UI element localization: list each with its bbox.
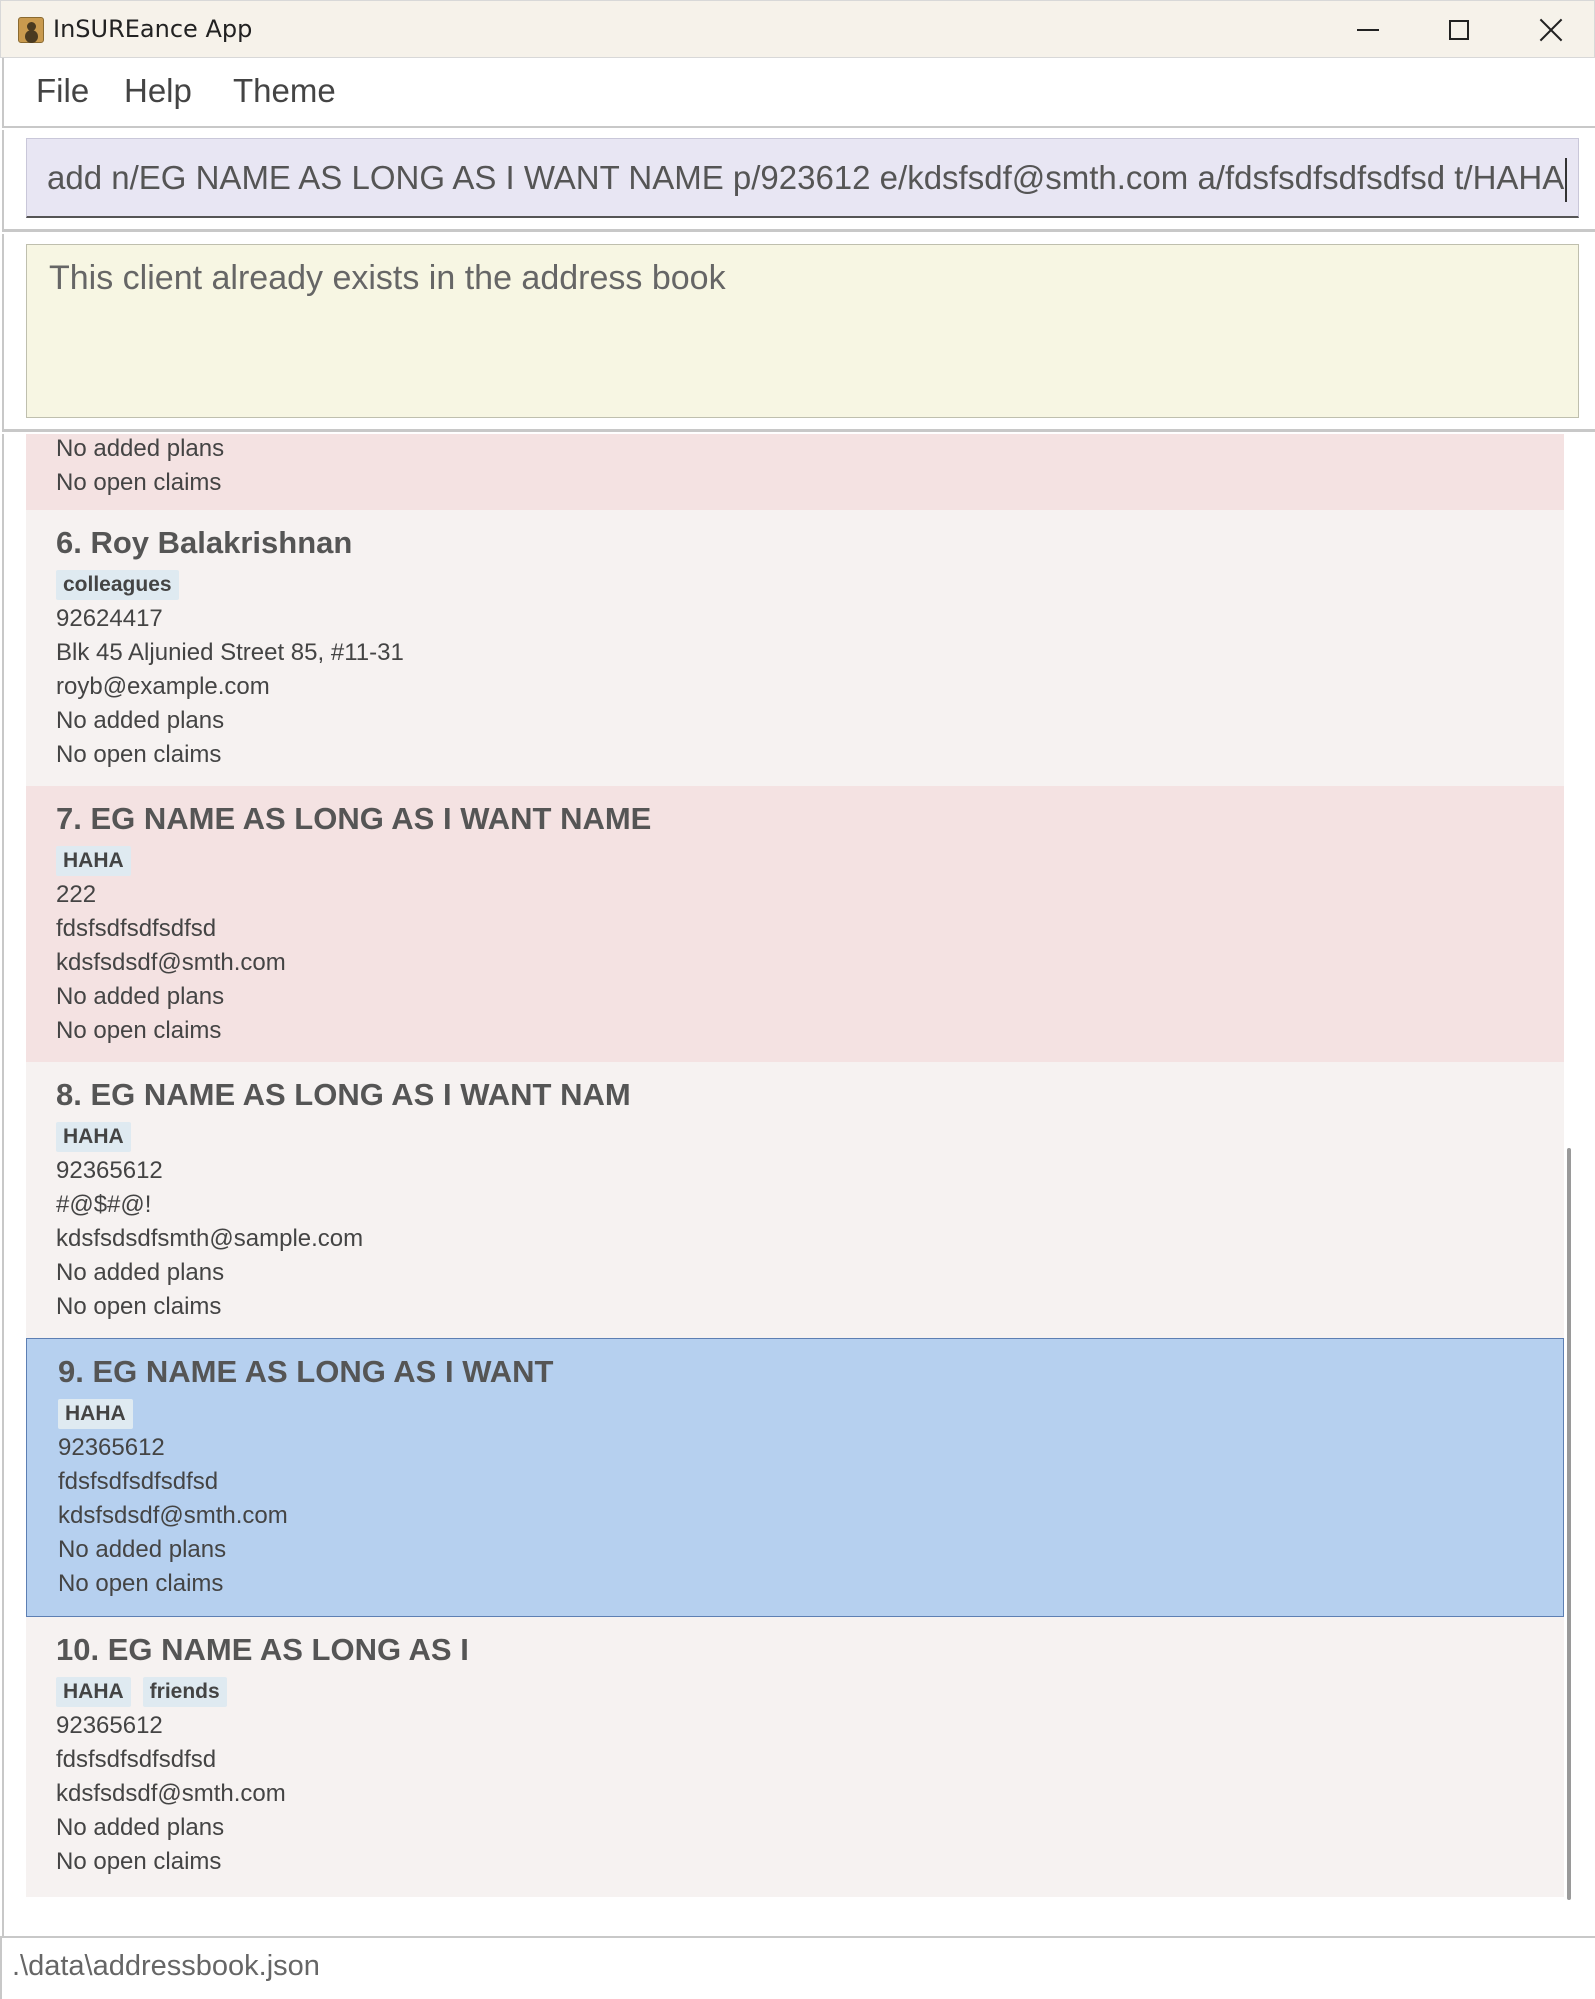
client-email: kdsfsdsdf@smth.com bbox=[56, 1780, 286, 1807]
client-card[interactable]: No added plans No open claims bbox=[26, 434, 1564, 510]
client-plans: No added plans bbox=[56, 983, 225, 1010]
client-card[interactable]: 6. Roy Balakrishnan colleagues 92624417 … bbox=[26, 510, 1564, 786]
client-plans: No added plans bbox=[56, 707, 225, 734]
minimize-icon bbox=[1357, 29, 1379, 31]
client-address: fdsfsdfsdfsdfsd bbox=[56, 915, 217, 942]
client-claims: No open claims bbox=[56, 741, 222, 768]
app-icon bbox=[18, 17, 44, 43]
menu-bar: File Help Theme bbox=[2, 58, 1595, 128]
menu-theme[interactable]: Theme bbox=[233, 72, 336, 110]
client-phone: 92624417 bbox=[56, 605, 163, 632]
list-scrollbar[interactable] bbox=[1567, 1148, 1571, 1900]
client-name: 6. Roy Balakrishnan bbox=[56, 525, 353, 560]
tag: HAHA bbox=[58, 1399, 133, 1429]
client-email: royb@example.com bbox=[56, 673, 270, 700]
client-card-selected[interactable]: 9. EG NAME AS LONG AS I WANT HAHA 923656… bbox=[26, 1338, 1564, 1617]
client-email: kdsfsdsdf@smth.com bbox=[58, 1502, 288, 1529]
client-plans: No added plans bbox=[56, 1814, 225, 1841]
tag-list: colleagues bbox=[56, 570, 1564, 602]
client-phone: 92365612 bbox=[58, 1434, 165, 1461]
tag: colleagues bbox=[56, 570, 179, 600]
result-pane: This client already exists in the addres… bbox=[2, 234, 1595, 432]
client-address: #@$#@! bbox=[56, 1191, 152, 1218]
command-pane: add n/EG NAME AS LONG AS I WANT NAME p/9… bbox=[2, 130, 1595, 232]
title-bar: InSUREance App bbox=[0, 0, 1595, 58]
client-claims: No open claims bbox=[56, 1848, 222, 1875]
minimize-button[interactable] bbox=[1323, 1, 1413, 59]
menu-file[interactable]: File bbox=[36, 72, 89, 110]
save-location: .\data\addressbook.json bbox=[12, 1950, 320, 1982]
tag-list: HAHA bbox=[56, 846, 1564, 878]
result-message: This client already exists in the addres… bbox=[49, 259, 726, 297]
client-name: 7. EG NAME AS LONG AS I WANT NAME bbox=[56, 801, 652, 836]
menu-help[interactable]: Help bbox=[124, 72, 192, 110]
client-address: fdsfsdfsdfsdfsd bbox=[58, 1468, 219, 1495]
text-caret bbox=[1565, 158, 1568, 203]
result-display[interactable]: This client already exists in the addres… bbox=[26, 244, 1579, 418]
tag-list: HAHA bbox=[56, 1122, 1564, 1154]
client-name: 8. EG NAME AS LONG AS I WANT NAM bbox=[56, 1077, 631, 1112]
client-name: 10. EG NAME AS LONG AS I bbox=[56, 1632, 469, 1667]
client-plans: No added plans bbox=[56, 435, 225, 462]
client-address: Blk 45 Aljunied Street 85, #11-31 bbox=[56, 639, 404, 666]
client-list[interactable]: No added plans No open claims 6. Roy Bal… bbox=[2, 434, 1595, 1936]
tag: HAHA bbox=[56, 1122, 131, 1152]
client-card[interactable]: 7. EG NAME AS LONG AS I WANT NAME HAHA 2… bbox=[26, 786, 1564, 1062]
window-title: InSUREance App bbox=[53, 15, 253, 43]
client-phone: 92365612 bbox=[56, 1157, 163, 1184]
client-card[interactable]: 10. EG NAME AS LONG AS I HAHA friends 92… bbox=[26, 1617, 1564, 1897]
tag-list: HAHA bbox=[58, 1399, 1563, 1431]
close-icon bbox=[1539, 18, 1563, 42]
close-button[interactable] bbox=[1506, 1, 1595, 59]
client-plans: No added plans bbox=[56, 1259, 225, 1286]
status-bar: .\data\addressbook.json bbox=[0, 1936, 1595, 1999]
client-name: 9. EG NAME AS LONG AS I WANT bbox=[58, 1354, 554, 1389]
maximize-icon bbox=[1449, 20, 1469, 40]
client-email: kdsfsdsdfsmth@sample.com bbox=[56, 1225, 364, 1252]
client-email: kdsfsdsdf@smth.com bbox=[56, 949, 286, 976]
client-claims: No open claims bbox=[56, 1293, 222, 1320]
client-card[interactable]: 8. EG NAME AS LONG AS I WANT NAM HAHA 92… bbox=[26, 1062, 1564, 1338]
tag: HAHA bbox=[56, 1677, 131, 1707]
command-input[interactable]: add n/EG NAME AS LONG AS I WANT NAME p/9… bbox=[26, 138, 1579, 218]
client-plans: No added plans bbox=[58, 1536, 227, 1563]
client-claims: No open claims bbox=[56, 1017, 222, 1044]
command-text: add n/EG NAME AS LONG AS I WANT NAME p/9… bbox=[47, 159, 1565, 196]
tag-list: HAHA friends bbox=[56, 1677, 1564, 1709]
maximize-button[interactable] bbox=[1414, 1, 1504, 59]
client-phone: 92365612 bbox=[56, 1712, 163, 1739]
client-phone: 222 bbox=[56, 881, 97, 908]
client-claims: No open claims bbox=[56, 469, 222, 496]
tag: friends bbox=[142, 1677, 227, 1707]
client-claims: No open claims bbox=[58, 1570, 224, 1597]
client-address: fdsfsdfsdfsdfsd bbox=[56, 1746, 217, 1773]
tag: HAHA bbox=[56, 846, 131, 876]
